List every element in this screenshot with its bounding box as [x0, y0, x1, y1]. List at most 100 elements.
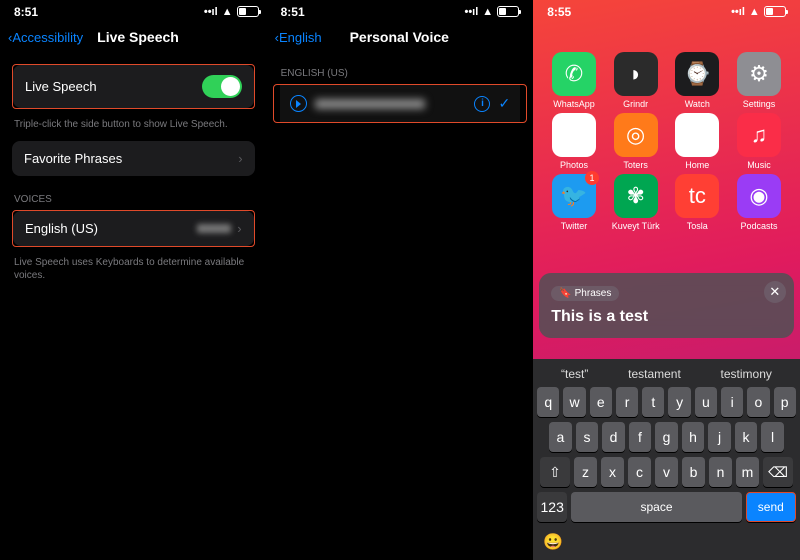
app-watch[interactable]: ⌚Watch [666, 52, 728, 109]
app-label: Podcasts [740, 221, 777, 231]
key-j[interactable]: j [708, 422, 731, 452]
typed-text: This is a test [551, 308, 782, 326]
key-b[interactable]: b [682, 457, 705, 487]
app-icon: tc [675, 174, 719, 218]
numbers-key[interactable]: 123 [537, 492, 567, 522]
bookmark-icon: 🔖 [559, 288, 571, 299]
app-tosla[interactable]: tc Tosla [666, 174, 728, 231]
app-grindr[interactable]: ◗Grindr [605, 52, 667, 109]
app-label: WhatsApp [553, 99, 595, 109]
app-podcasts[interactable]: ◉ Podcasts [728, 174, 790, 231]
app-icon: ♫ [737, 113, 781, 157]
wifi-icon: ▲ [482, 6, 493, 18]
info-icon[interactable]: i [474, 96, 490, 112]
live-speech-overlay: 🔖 Phrases ✕ This is a test [539, 273, 794, 338]
app-icon: ⚙ [737, 52, 781, 96]
key-h[interactable]: h [682, 422, 705, 452]
app-music[interactable]: ♫Music [728, 113, 790, 170]
key-u[interactable]: u [695, 387, 717, 417]
key-i[interactable]: i [721, 387, 743, 417]
voices-footer: Live Speech uses Keyboards to determine … [0, 251, 267, 282]
page-title: Live Speech [97, 29, 179, 45]
page-title: Personal Voice [350, 29, 449, 45]
app-label: Kuveyt Türk [612, 221, 660, 231]
badge: 1 [585, 171, 599, 185]
battery-icon [497, 6, 519, 17]
key-t[interactable]: t [642, 387, 664, 417]
voices-header: VOICES [0, 194, 267, 210]
phrases-tag[interactable]: 🔖 Phrases [551, 286, 619, 301]
app-icon: ◉ [737, 174, 781, 218]
chevron-right-icon: › [237, 221, 241, 236]
app-label: Settings [743, 99, 776, 109]
screen-live-speech: 8:51 ••ıl ▲ 38 ‹ Accessibility Live Spee… [0, 0, 267, 560]
app-icon: 🐦1 [552, 174, 596, 218]
app-settings[interactable]: ⚙ Settings [728, 52, 790, 109]
key-v[interactable]: v [655, 457, 678, 487]
app-label: Tosla [687, 221, 708, 231]
app-whatsapp[interactable]: ✆ WhatsApp [543, 52, 605, 109]
personal-voice-row[interactable]: i ✓ [280, 85, 521, 122]
back-button[interactable]: ‹ Accessibility [8, 30, 83, 45]
app-icon: ◎ [614, 113, 658, 157]
key-g[interactable]: g [655, 422, 678, 452]
key-d[interactable]: d [602, 422, 625, 452]
app-grid: ✆WhatsApp◗Grindr⌚Watch⚙Settings✿Photos◎T… [533, 20, 800, 231]
key-w[interactable]: w [563, 387, 585, 417]
app-home[interactable]: ⌂ Home [666, 113, 728, 170]
key-r[interactable]: r [616, 387, 638, 417]
key-c[interactable]: c [628, 457, 651, 487]
app-icon: ⌂ [675, 113, 719, 157]
clock: 8:51 [14, 5, 38, 19]
battery-icon [764, 6, 786, 17]
favorite-phrases-label: Favorite Phrases [24, 151, 122, 166]
status-bar: 8:51 ••ıl ▲ [267, 0, 534, 20]
voice-english-row[interactable]: English (US) › [12, 210, 255, 247]
key-z[interactable]: z [574, 457, 597, 487]
app-toters[interactable]: ◎Toters [605, 113, 667, 170]
app-photos[interactable]: ✿Photos [543, 113, 605, 170]
suggestion-3[interactable]: testimony [721, 367, 772, 381]
back-label: English [279, 30, 322, 45]
delete-key[interactable]: ⌫ [763, 457, 793, 487]
key-o[interactable]: o [747, 387, 769, 417]
status-bar: 8:51 ••ıl ▲ 38 [0, 0, 267, 20]
clock: 8:51 [281, 5, 305, 19]
screen-home-live-speech: 8:55 ••ıl ▲ ✆ WhatsApp ◗Grindr⌚Watch⚙ Setti… [533, 0, 800, 560]
key-q[interactable]: q [537, 387, 559, 417]
app-icon: ✆ [552, 52, 596, 96]
back-button[interactable]: ‹ English [275, 30, 322, 45]
play-icon[interactable] [290, 95, 307, 112]
key-k[interactable]: k [735, 422, 758, 452]
live-speech-row[interactable]: Live Speech [12, 64, 255, 109]
key-s[interactable]: s [576, 422, 599, 452]
key-n[interactable]: n [709, 457, 732, 487]
send-button[interactable]: send [746, 492, 796, 522]
suggestion-2[interactable]: testament [628, 367, 681, 381]
app-label: Home [685, 160, 709, 170]
key-f[interactable]: f [629, 422, 652, 452]
key-p[interactable]: p [774, 387, 796, 417]
key-e[interactable]: e [590, 387, 612, 417]
voice-name-redacted [315, 99, 425, 109]
close-button[interactable]: ✕ [764, 281, 786, 303]
key-l[interactable]: l [761, 422, 784, 452]
status-bar: 8:55 ••ıl ▲ [533, 0, 800, 20]
wifi-icon: ▲ [749, 6, 760, 18]
signal-icon: ••ıl [204, 6, 218, 18]
emoji-key[interactable]: 😀 [533, 527, 800, 560]
suggestion-1[interactable]: test [561, 367, 588, 381]
checkmark-icon: ✓ [498, 95, 510, 112]
space-key[interactable]: space [571, 492, 742, 522]
app-twitter[interactable]: 🐦1Twitter [543, 174, 605, 231]
favorite-phrases-row[interactable]: Favorite Phrases › [12, 141, 255, 176]
shift-key[interactable]: ⇧ [540, 457, 570, 487]
app-label: Grindr [623, 99, 648, 109]
app-kuveyt-türk[interactable]: ✾Kuveyt Türk [605, 174, 667, 231]
key-a[interactable]: a [549, 422, 572, 452]
key-x[interactable]: x [601, 457, 624, 487]
key-m[interactable]: m [736, 457, 759, 487]
signal-icon: ••ıl [731, 6, 745, 18]
key-y[interactable]: y [668, 387, 690, 417]
live-speech-toggle[interactable] [202, 75, 242, 98]
